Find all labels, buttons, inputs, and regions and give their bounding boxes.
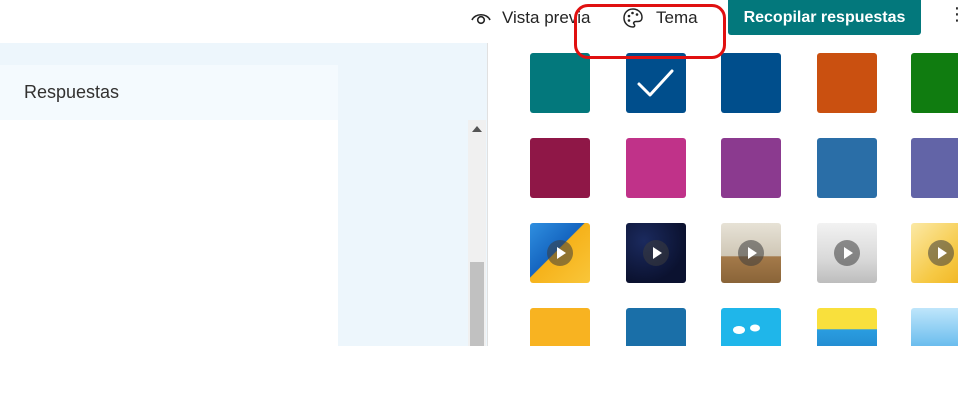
- theme-swatch-magenta[interactable]: [626, 138, 686, 198]
- scroll-up-arrow-icon[interactable]: [472, 126, 482, 132]
- theme-swatch-purple[interactable]: [721, 138, 781, 198]
- scrollbar-thumb[interactable]: [470, 262, 484, 346]
- theme-video-living-room[interactable]: [721, 223, 781, 283]
- theme-swatch-green[interactable]: [911, 53, 958, 113]
- collect-responses-button[interactable]: Recopilar respuestas: [728, 0, 921, 35]
- theme-image-yellow-sky[interactable]: [817, 308, 877, 346]
- theme-video-yellow-shapes[interactable]: [911, 223, 958, 283]
- theme-video-blue-geometric[interactable]: [530, 223, 590, 283]
- preview-button[interactable]: Vista previa: [470, 0, 591, 35]
- more-options-icon[interactable]: ⋮: [948, 4, 958, 25]
- play-icon: [547, 240, 573, 266]
- top-toolbar: Vista previa Tema Recopilar respuestas ⋮: [0, 0, 958, 43]
- scrollbar[interactable]: [468, 120, 486, 346]
- checkmark-icon: [626, 53, 686, 113]
- play-icon: [834, 240, 860, 266]
- play-icon: [643, 240, 669, 266]
- theme-image-blue[interactable]: [626, 308, 686, 346]
- theme-button[interactable]: Tema: [622, 0, 698, 35]
- palette-icon: [622, 7, 644, 29]
- theme-image-yellow-illustration[interactable]: [530, 308, 590, 346]
- theme-swatch-orange[interactable]: [817, 53, 877, 113]
- play-icon: [738, 240, 764, 266]
- play-icon: [928, 240, 954, 266]
- theme-swatch-blue-selected[interactable]: [626, 53, 686, 113]
- theme-swatch-maroon[interactable]: [530, 138, 590, 198]
- theme-swatch-steel-blue[interactable]: [817, 138, 877, 198]
- eye-icon: [470, 10, 492, 26]
- theme-image-sky-clouds[interactable]: [721, 308, 781, 346]
- theme-image-city[interactable]: [911, 308, 958, 346]
- theme-video-dark-confetti[interactable]: [626, 223, 686, 283]
- theme-swatch-lavender[interactable]: [911, 138, 958, 198]
- theme-swatch-teal[interactable]: [530, 53, 590, 113]
- theme-swatch-dark-blue[interactable]: [721, 53, 781, 113]
- theme-video-office-interior[interactable]: [817, 223, 877, 283]
- responses-tab[interactable]: Respuestas: [0, 65, 338, 120]
- theme-label: Tema: [656, 7, 698, 27]
- cloud-icon: [733, 324, 760, 334]
- theme-panel: [487, 43, 958, 346]
- preview-label: Vista previa: [502, 7, 591, 27]
- below-window-area: [0, 346, 958, 415]
